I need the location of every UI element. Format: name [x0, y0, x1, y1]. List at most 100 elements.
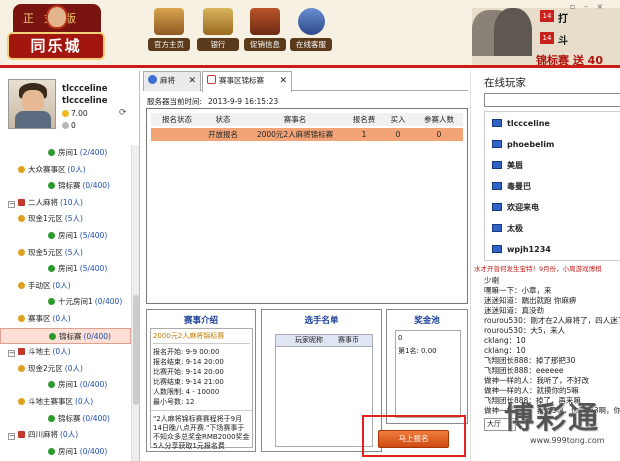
- table-row[interactable]: 开放报名 2000元2人麻将锦标赛 1 0 0: [151, 128, 463, 141]
- collapse-icon[interactable]: −: [8, 200, 15, 208]
- chat-message: rourou530：大5，来人: [484, 326, 566, 335]
- tree-room[interactable]: 十元房间1 (0/400): [0, 294, 131, 310]
- list-item[interactable]: 欢迎来电: [492, 201, 539, 215]
- tree-room[interactable]: 房间1 (0/400): [0, 444, 131, 460]
- col-fee[interactable]: 报名费: [347, 113, 381, 126]
- room-icon: [48, 414, 55, 422]
- tab-mahjong[interactable]: 麻将 ✕: [143, 71, 201, 91]
- game-icon: [18, 431, 25, 439]
- profile-nickname: tlccceline: [62, 84, 108, 94]
- list-item[interactable]: tlccceline: [492, 117, 550, 131]
- cell-players: 0: [436, 130, 442, 139]
- tree-count: (10人): [60, 197, 83, 207]
- tree-label: 斗地主赛事区: [28, 397, 73, 406]
- tree-count: (0人): [75, 397, 94, 406]
- col-signup-status[interactable]: 报名状态: [151, 113, 203, 126]
- player-list-header: 玩家昵称 赛事币: [275, 334, 373, 347]
- tree-room[interactable]: 房间1 (0/400): [0, 377, 131, 393]
- tree-game[interactable]: − 斗地主 (0人): [0, 344, 131, 360]
- chat-message: 做神一样的人：我听了，不好改: [484, 376, 589, 385]
- close-icon[interactable]: ✕: [279, 72, 287, 90]
- monitor-icon: [492, 161, 502, 169]
- nav-service-button[interactable]: 在线客服: [290, 8, 332, 60]
- tree-game[interactable]: − 二人麻将 (10人): [0, 195, 131, 211]
- refresh-icon[interactable]: ⟳: [119, 108, 127, 118]
- gold-coin-icon: [62, 110, 69, 117]
- monitor-icon: [492, 140, 502, 148]
- bank-icon: [203, 8, 233, 35]
- monitor-icon: [492, 182, 502, 190]
- collapse-icon[interactable]: −: [8, 433, 15, 441]
- tree-room[interactable]: 锦标赛 (0/400): [0, 178, 131, 194]
- scrollbar-thumb[interactable]: [133, 295, 139, 405]
- list-item[interactable]: 太极: [492, 222, 523, 236]
- tree-zone[interactable]: 现金2元区 (0人): [0, 361, 131, 377]
- signup-button[interactable]: 马上报名: [378, 430, 449, 448]
- chat-message: 嘿嘛一下：小章，来: [484, 286, 552, 295]
- nav-home-label: 官方主页: [148, 38, 190, 51]
- tree-room[interactable]: 房间1 (5/400): [0, 261, 131, 277]
- col-event-name[interactable]: 赛事名: [243, 113, 347, 126]
- intro-line: 比赛结束: 9-14 21:00: [153, 378, 224, 386]
- list-item[interactable]: 毒曼巴: [492, 180, 531, 194]
- tree-label: 现金2元区: [28, 363, 63, 373]
- event-intro-headline: 2000元2人麻将锦标赛: [153, 331, 250, 344]
- collapse-icon[interactable]: −: [8, 350, 15, 358]
- window-controls[interactable]: ▫ – ×: [570, 2, 606, 11]
- logo-name: 同乐城: [7, 32, 105, 60]
- zone-icon: [18, 281, 25, 289]
- event-intro-title: 赛事介绍: [183, 316, 218, 326]
- col-status[interactable]: 状态: [203, 113, 243, 126]
- tree-count: (0人): [67, 164, 86, 174]
- app-logo: 正式版 同乐城: [7, 4, 105, 64]
- tree-zone[interactable]: 斗地主赛事区 (0人): [0, 394, 131, 410]
- tree-label: 赛事区: [28, 314, 51, 323]
- zone-icon: [18, 398, 25, 405]
- col-buyin[interactable]: 买入: [381, 113, 415, 126]
- tree-zone[interactable]: 现金1元区 (5人): [0, 211, 131, 227]
- tree-room[interactable]: 房间1 (2/400): [0, 145, 131, 161]
- col-players[interactable]: 参赛人数: [415, 113, 463, 126]
- prize-pool-box: 0 第1名: 0.00: [395, 330, 461, 418]
- tree-label: 十元房间1: [58, 297, 93, 307]
- online-players-title: 在线玩家: [484, 77, 526, 89]
- nav-promo-button[interactable]: 促销信息: [244, 8, 286, 60]
- list-item[interactable]: 美眉: [492, 159, 523, 173]
- room-icon: [48, 265, 55, 273]
- online-user-name: 毒曼巴: [507, 182, 531, 191]
- close-icon[interactable]: ✕: [188, 72, 196, 90]
- tree-zone[interactable]: 大众赛事区 (0人): [0, 162, 131, 178]
- tree-count: (2/400): [79, 148, 108, 157]
- banner-date-2: 14: [540, 32, 554, 44]
- tree-label: 现金1元区: [28, 214, 63, 224]
- tree-count: (0人): [60, 430, 79, 440]
- online-user-name: wpjh1234: [507, 245, 551, 254]
- tree-room[interactable]: 房间1 (5/400): [0, 228, 131, 244]
- tree-zone[interactable]: 现金5元区 (5人): [0, 245, 131, 261]
- avatar[interactable]: [8, 79, 56, 129]
- tree-count: (0人): [52, 314, 71, 323]
- online-user-name: tlccceline: [507, 119, 550, 128]
- zone-icon: [18, 315, 25, 322]
- watermark-url: www.999tong.com: [530, 436, 605, 445]
- nav-bank-button[interactable]: 银行: [197, 8, 239, 60]
- tree-scrollbar[interactable]: [131, 145, 139, 461]
- online-user-name: 美眉: [507, 161, 523, 170]
- server-time: 服务器当前时间: 2013-9-9 16:15:23: [147, 96, 278, 107]
- tree-room[interactable]: 锦标赛 (0/400): [0, 411, 131, 427]
- tree-game[interactable]: − 四川麻将 (0人): [0, 427, 131, 443]
- site-watermark: 博彩通 www.999tong.com: [500, 393, 620, 461]
- tab-tournament[interactable]: 赛事区锦标赛 ✕: [202, 71, 292, 92]
- online-search-input[interactable]: [484, 93, 620, 107]
- tree-room[interactable]: 锦标赛 (0/400): [0, 327, 131, 344]
- promo-banner[interactable]: 14 打 14 斗 锦标赛 送 40: [472, 8, 620, 65]
- gold-balance: 7.00: [62, 109, 88, 118]
- list-item[interactable]: phoebelim: [492, 138, 554, 152]
- nav-home-button[interactable]: 官方主页: [148, 8, 190, 60]
- tree-zone[interactable]: 手动区 (0人): [0, 278, 131, 294]
- cell-status: 开放报名: [208, 130, 238, 139]
- list-item[interactable]: wpjh1234: [492, 243, 551, 257]
- col-event-coins[interactable]: 赛事币: [338, 335, 359, 346]
- col-player-nick[interactable]: 玩家昵称: [295, 335, 323, 346]
- tree-zone[interactable]: 赛事区 (0人): [0, 311, 131, 327]
